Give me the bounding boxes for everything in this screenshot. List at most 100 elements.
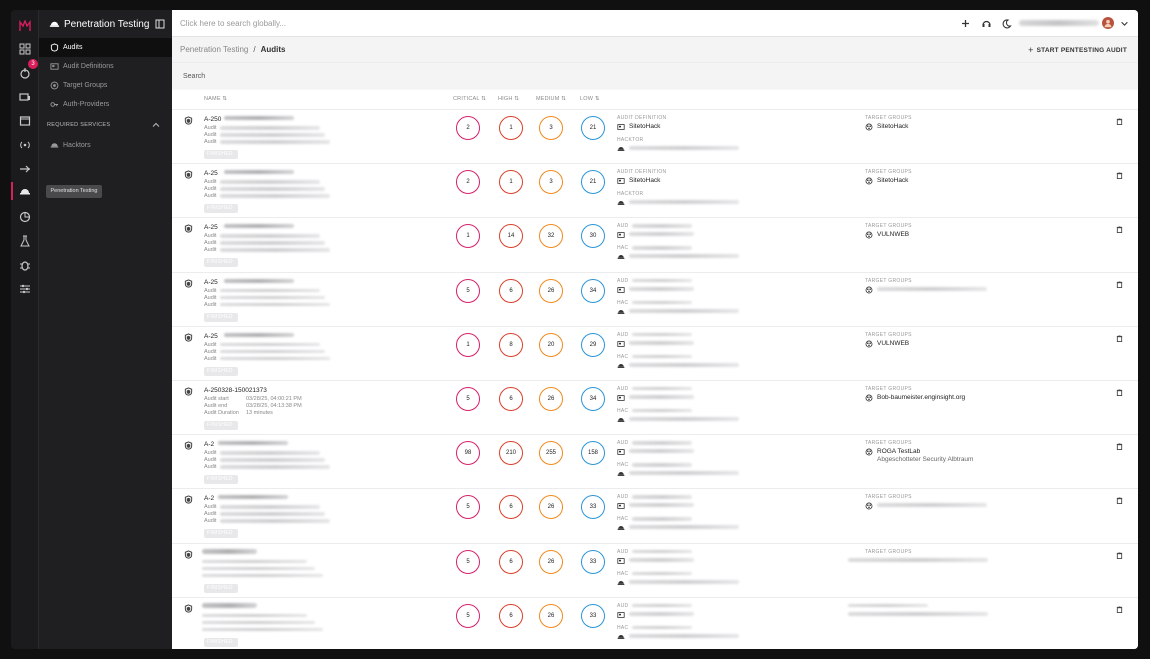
low-count: 34 [581, 278, 605, 303]
hacker-icon [49, 19, 60, 30]
redacted-text [629, 394, 694, 399]
audit-start-label: Audit start [204, 395, 229, 402]
sidebar: Penetration Testing Audits Audit Definit… [39, 10, 172, 649]
column-name[interactable]: NAME ⇅ [204, 96, 227, 102]
hacktor-label: HACKTOR [617, 191, 644, 198]
lab-icon[interactable] [17, 233, 33, 249]
sidebar-item-auth-providers[interactable]: Auth-Providers [39, 95, 172, 114]
dark-mode-icon[interactable] [1001, 18, 1012, 29]
table-row[interactable]: FINISHED 5 6 26 33 AUD HAC [172, 596, 1138, 649]
medium-count: 26 [539, 495, 563, 520]
audit-line-label: Audit [204, 240, 217, 247]
audit-definition-label: AUD [617, 494, 629, 501]
delete-icon[interactable] [1116, 172, 1124, 180]
target-groups-label: TARGET GROUPS [865, 169, 912, 176]
column-high[interactable]: HIGH ⇅ [498, 96, 519, 102]
sidebar-item-hacktors[interactable]: Hacktors [39, 136, 172, 155]
hacktor-label: HAC [617, 624, 629, 631]
devices-icon[interactable] [17, 89, 33, 105]
sidebar-item-audit-definitions[interactable]: Audit Definitions [39, 57, 172, 76]
hacker-icon[interactable] [17, 184, 33, 200]
redacted-text [218, 495, 288, 500]
audit-definition-icon [617, 448, 625, 456]
user-name[interactable] [1019, 20, 1099, 26]
table-row[interactable]: A-250 Audit Audit Audit FINISHED 2 1 3 21 AUDIT D… [172, 109, 1138, 163]
audit-line-label: Audit [204, 450, 217, 457]
table-row[interactable]: A-2 Audit Audit Audit FINISHED 5 6 26 33 AUD HAC TA… [172, 488, 1138, 542]
breadcrumb-parent[interactable]: Penetration Testing [180, 45, 248, 54]
medium-count: 20 [539, 332, 563, 357]
high-count: 6 [499, 495, 523, 520]
table-row[interactable]: A-25 Audit Audit Audit FINISHED 1 8 20 29 AUD HAC T… [172, 325, 1138, 380]
redacted-text [632, 571, 692, 575]
table-row[interactable]: A-25 Audit Audit Audit FINISHED 5 6 26 34 AUD HAC T… [172, 271, 1138, 326]
analytics-icon[interactable] [17, 209, 33, 225]
redacted-text [629, 579, 739, 584]
target-group-value[interactable]: Bob-baumeister.enginsight.org [877, 394, 965, 401]
start-pentesting-audit-button[interactable]: + START PENTESTING AUDIT [1028, 45, 1127, 55]
column-critical[interactable]: CRITICAL ⇅ [453, 96, 486, 102]
table-row[interactable]: A-250328-150021373 Audit start 03/28/25, 0… [172, 379, 1138, 434]
shield-icon [184, 549, 193, 559]
global-search-input[interactable]: Click here to search globally... [180, 19, 286, 28]
audit-line-label: Audit [204, 125, 217, 131]
delete-icon[interactable] [1116, 606, 1124, 614]
chevron-up-icon[interactable] [152, 121, 160, 129]
support-icon[interactable] [981, 18, 992, 29]
redacted-text [848, 611, 988, 616]
sidebar-section-required-services[interactable]: REQUIRED SERVICES [39, 114, 172, 136]
target-group-value[interactable]: SitetoHack [877, 177, 908, 184]
bug-icon[interactable] [17, 257, 33, 273]
delete-icon[interactable] [1116, 551, 1124, 560]
delete-icon[interactable] [1116, 118, 1124, 126]
sidebar-item-target-groups[interactable]: Target Groups [39, 76, 172, 95]
table-row[interactable]: A-25 Audit Audit Audit FINISHED 1 14 32 30 AUD HAC… [172, 217, 1138, 271]
redacted-text [629, 471, 739, 476]
table-search[interactable]: Search [172, 63, 1138, 89]
collapse-sidebar-icon[interactable] [155, 19, 165, 29]
target-group-value[interactable]: VULNWEB [877, 231, 909, 238]
signal-icon[interactable] [17, 137, 33, 153]
column-medium[interactable]: MEDIUM ⇅ [536, 96, 566, 102]
add-icon[interactable] [960, 18, 971, 29]
target-group-value[interactable]: VULNWEB [877, 340, 909, 347]
redacted-text [220, 194, 330, 198]
audit-duration-value: 13 minutes [246, 409, 273, 416]
sidebar-item-audits[interactable]: Audits [39, 38, 172, 57]
column-low[interactable]: LOW ⇅ [580, 96, 600, 102]
redacted-text [629, 200, 739, 205]
audit-definition-value[interactable]: SitetoHack [629, 123, 660, 130]
audit-definition-value[interactable]: SitetoHack [629, 177, 660, 184]
critical-count: 1 [456, 332, 480, 357]
shield-icon [184, 495, 193, 504]
chevron-down-icon[interactable] [1120, 19, 1131, 30]
redacted-text [877, 503, 987, 508]
hacker-icon [617, 579, 625, 587]
delete-icon[interactable] [1116, 226, 1124, 234]
shield-icon [184, 278, 193, 288]
table-row[interactable]: A-2 Audit Audit Audit FINISHED 98 210 255 158 AUD… [172, 434, 1138, 488]
table-row[interactable]: A-25 Audit Audit Audit FINISHED 2 1 3 21 AUDIT DE… [172, 163, 1138, 217]
delete-icon[interactable] [1116, 443, 1124, 451]
hacker-icon [617, 470, 625, 478]
window-icon[interactable] [17, 113, 33, 129]
avatar[interactable] [1102, 17, 1114, 29]
audits-table: NAME ⇅ CRITICAL ⇅ HIGH ⇅ MEDIUM ⇅ LOW ⇅ … [172, 90, 1138, 649]
delete-icon[interactable] [1116, 389, 1124, 397]
delete-icon[interactable] [1116, 497, 1124, 505]
target-groups-label: TARGET GROUPS [865, 223, 912, 230]
settings-sliders-icon[interactable] [17, 281, 33, 297]
status-badge: FINISHED [204, 583, 238, 593]
medium-count: 3 [539, 170, 563, 195]
audit-definition-icon [617, 231, 625, 239]
hacker-icon [50, 141, 59, 150]
table-row[interactable]: FINISHED 5 6 26 33 AUD HAC TARGET GROUPS [172, 542, 1138, 597]
delete-icon[interactable] [1116, 335, 1124, 343]
target-group-value[interactable]: ROGA TestLab [877, 448, 920, 455]
network-icon[interactable] [17, 161, 33, 177]
dashboard-icon[interactable] [17, 41, 33, 57]
delete-icon[interactable] [1116, 281, 1124, 289]
redacted-text [632, 278, 692, 283]
logo-icon[interactable] [17, 18, 33, 34]
target-group-value[interactable]: SitetoHack [877, 123, 908, 130]
